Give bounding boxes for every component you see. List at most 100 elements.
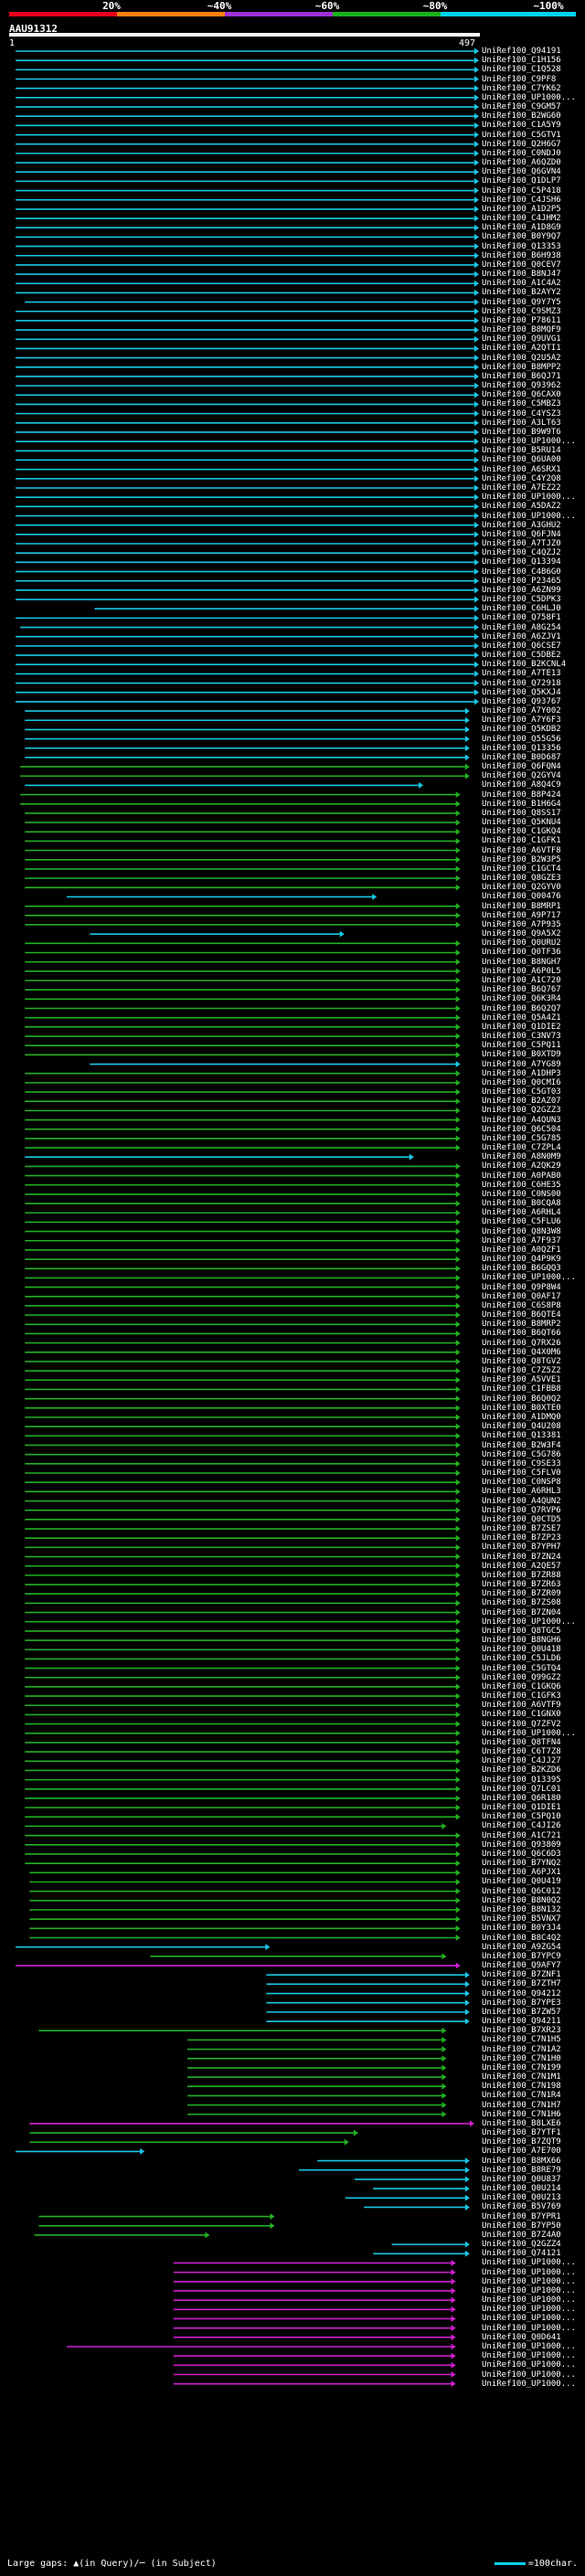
hit-label[interactable]: UniRef100_C5G785 <box>482 1134 561 1143</box>
hit-label[interactable]: UniRef100_UP1000... <box>482 1729 576 1738</box>
hit-label[interactable]: UniRef100_Q13395 <box>482 1776 561 1785</box>
hit-label[interactable]: UniRef100_Q4U208 <box>482 1422 561 1431</box>
hit-label[interactable]: UniRef100_B7ZNF1 <box>482 1970 561 1979</box>
hit-label[interactable]: UniRef100_A7Y002 <box>482 706 561 716</box>
hit-label[interactable]: UniRef100_B8MQF9 <box>482 325 561 334</box>
hit-label[interactable]: UniRef100_C1GFK3 <box>482 1691 561 1701</box>
hit-label[interactable]: UniRef100_C0NDJ0 <box>482 149 561 158</box>
hit-label[interactable]: UniRef100_Q8TGC5 <box>482 1627 561 1636</box>
hit-label[interactable]: UniRef100_UP1000... <box>482 2360 576 2369</box>
hit-label[interactable]: UniRef100_Q4P9K9 <box>482 1255 561 1264</box>
hit-label[interactable]: UniRef100_B8C4Q2 <box>482 1934 561 1943</box>
hit-label[interactable]: UniRef100_C9SMZ3 <box>482 307 561 316</box>
hit-label[interactable]: UniRef100_B7ZQT9 <box>482 2137 561 2147</box>
hit-label[interactable]: UniRef100_Q74121 <box>482 2249 561 2258</box>
hit-label[interactable]: UniRef100_B7XR23 <box>482 2026 561 2035</box>
hit-label[interactable]: UniRef100_A1C721 <box>482 1831 561 1840</box>
hit-label[interactable]: UniRef100_Q4X0M6 <box>482 1348 561 1357</box>
hit-label[interactable]: UniRef100_B6Q767 <box>482 985 561 994</box>
hit-label[interactable]: UniRef100_C5GTQ4 <box>482 1664 561 1673</box>
hit-label[interactable]: UniRef100_B8MRP2 <box>482 1320 561 1329</box>
hit-label[interactable]: UniRef100_Q00476 <box>482 892 561 901</box>
hit-label[interactable]: UniRef100_UP1000... <box>482 2342 576 2351</box>
hit-label[interactable]: UniRef100_Q5KNU4 <box>482 818 561 827</box>
hit-label[interactable]: UniRef100_A1D2P5 <box>482 205 561 214</box>
hit-label[interactable]: UniRef100_B6Q0Q2 <box>482 1394 561 1404</box>
hit-label[interactable]: UniRef100_Q9AFY7 <box>482 1961 561 1970</box>
hit-label[interactable]: UniRef100_Q0D641 <box>482 2333 561 2342</box>
hit-label[interactable]: UniRef100_A8N0M9 <box>482 1152 561 1161</box>
hit-label[interactable]: UniRef100_UP1000... <box>482 2286 576 2295</box>
hit-label[interactable]: UniRef100_UP1000... <box>482 2295 576 2305</box>
hit-label[interactable]: UniRef100_A2QE57 <box>482 1562 561 1571</box>
hit-label[interactable]: UniRef100_B7ZTH7 <box>482 1979 561 1988</box>
hit-label[interactable]: UniRef100_Q6C012 <box>482 1887 561 1896</box>
hit-label[interactable]: UniRef100_B8N132 <box>482 1905 561 1914</box>
hit-label[interactable]: UniRef100_B0Y3J4 <box>482 1924 561 1933</box>
hit-label[interactable]: UniRef100_Q6C6D3 <box>482 1850 561 1859</box>
hit-label[interactable]: UniRef100_Q5KDB2 <box>482 725 561 734</box>
hit-label[interactable]: UniRef100_A0PAB0 <box>482 1171 561 1181</box>
hit-label[interactable]: UniRef100_Q0U213 <box>482 2193 561 2202</box>
hit-label[interactable]: UniRef100_C5FLU6 <box>482 1217 561 1226</box>
hit-label[interactable]: UniRef100_Q7ZFV2 <box>482 1720 561 1729</box>
hit-label[interactable]: UniRef100_Q2GYV4 <box>482 771 561 780</box>
hit-label[interactable]: UniRef100_A6VTF9 <box>482 1701 561 1710</box>
hit-label[interactable]: UniRef100_C7Z5Z2 <box>482 1366 561 1375</box>
hit-label[interactable]: UniRef100_C1Q528 <box>482 65 561 74</box>
hit-label[interactable]: UniRef100_B2AYY2 <box>482 288 561 297</box>
hit-label[interactable]: UniRef100_Q6UA00 <box>482 455 561 464</box>
hit-label[interactable]: UniRef100_B8NGH6 <box>482 1636 561 1645</box>
hit-label[interactable]: UniRef100_UP1000... <box>482 93 576 102</box>
hit-label[interactable]: UniRef100_UP1000... <box>482 512 576 521</box>
hit-label[interactable]: UniRef100_C3NV73 <box>482 1032 561 1041</box>
hit-label[interactable]: UniRef100_B7YNQ2 <box>482 1859 561 1868</box>
hit-label[interactable]: UniRef100_B0XTE0 <box>482 1404 561 1413</box>
hit-label[interactable]: UniRef100_B0CQA8 <box>482 1199 561 1208</box>
hit-label[interactable]: UniRef100_B8MPP2 <box>482 363 561 372</box>
hit-label[interactable]: UniRef100_Q1DIE2 <box>482 1023 561 1032</box>
hit-label[interactable]: UniRef100_Q9A5X2 <box>482 929 561 938</box>
hit-label[interactable]: UniRef100_C6T7Z8 <box>482 1747 561 1756</box>
hit-label[interactable]: UniRef100_A6P0L5 <box>482 967 561 976</box>
hit-label[interactable]: UniRef100_C9GM57 <box>482 102 561 111</box>
hit-label[interactable]: UniRef100_Q6C504 <box>482 1125 561 1134</box>
hit-label[interactable]: UniRef100_A7TJZ0 <box>482 539 561 548</box>
hit-label[interactable]: UniRef100_C5JLD6 <box>482 1654 561 1663</box>
hit-label[interactable]: UniRef100_C1GCT4 <box>482 864 561 874</box>
hit-label[interactable]: UniRef100_C0NSP8 <box>482 1478 561 1487</box>
hit-label[interactable]: UniRef100_C7N1H7 <box>482 2101 561 2110</box>
hit-label[interactable]: UniRef100_UP1000... <box>482 2305 576 2314</box>
hit-label[interactable]: UniRef100_Q93809 <box>482 1840 561 1850</box>
hit-label[interactable]: UniRef100_C4B6G0 <box>482 567 561 577</box>
hit-label[interactable]: UniRef100_B8P424 <box>482 790 561 800</box>
hit-label[interactable]: UniRef100_B7YP50 <box>482 2221 561 2231</box>
hit-label[interactable]: UniRef100_B8MRP1 <box>482 902 561 911</box>
hit-label[interactable]: UniRef100_B2KCNL4 <box>482 660 566 669</box>
hit-label[interactable]: UniRef100_Q93962 <box>482 381 561 390</box>
hit-label[interactable]: UniRef100_C1FBB8 <box>482 1384 561 1394</box>
hit-label[interactable]: UniRef100_B7ZP23 <box>482 1533 561 1542</box>
hit-label[interactable]: UniRef100_UP1000... <box>482 2258 576 2267</box>
hit-label[interactable]: UniRef100_Q6FJN4 <box>482 530 561 539</box>
hit-label[interactable]: UniRef100_C1GKQ4 <box>482 827 561 836</box>
hit-label[interactable]: UniRef100_C7N1M1 <box>482 2072 561 2082</box>
hit-label[interactable]: UniRef100_B8MX66 <box>482 2157 561 2166</box>
hit-label[interactable]: UniRef100_B7ZR09 <box>482 1589 561 1598</box>
hit-label[interactable]: UniRef100_UP1000... <box>482 1617 576 1627</box>
hit-label[interactable]: UniRef100_B8LXE6 <box>482 2119 561 2128</box>
hit-label[interactable]: UniRef100_C4JSH6 <box>482 196 561 205</box>
hit-label[interactable]: UniRef100_Q94211 <box>482 2017 561 2026</box>
hit-label[interactable]: UniRef100_C0NS00 <box>482 1190 561 1199</box>
hit-label[interactable]: UniRef100_A6VTF8 <box>482 846 561 855</box>
hit-label[interactable]: UniRef100_A2QK29 <box>482 1161 561 1171</box>
hit-label[interactable]: UniRef100_Q0AF17 <box>482 1292 561 1301</box>
hit-label[interactable]: UniRef100_Q0CMI6 <box>482 1078 561 1087</box>
hit-label[interactable]: UniRef100_A9P717 <box>482 911 561 920</box>
hit-label[interactable]: UniRef100_A7TE13 <box>482 669 561 678</box>
hit-label[interactable]: UniRef100_Q6FQN4 <box>482 762 561 771</box>
hit-label[interactable]: UniRef100_A6ZN99 <box>482 586 561 595</box>
hit-label[interactable]: UniRef100_B7YPE3 <box>482 1998 561 2008</box>
hit-label[interactable]: UniRef100_A6SRX1 <box>482 465 561 474</box>
hit-label[interactable]: UniRef100_C7N1H0 <box>482 2054 561 2063</box>
